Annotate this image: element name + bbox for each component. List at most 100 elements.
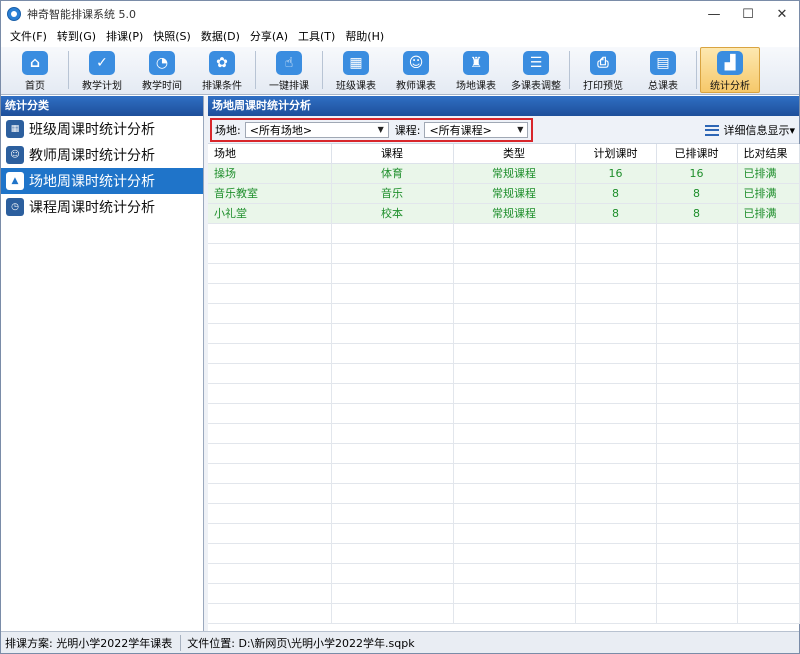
course-calendar-icon: ◷: [6, 198, 24, 216]
course-dropdown-value: <所有课程>: [429, 123, 492, 137]
empty-cell: [453, 383, 576, 404]
venue-dropdown[interactable]: <所有场地> ▼: [244, 121, 389, 138]
empty-cell: [575, 383, 657, 404]
toolbar-separator: [68, 51, 69, 89]
table-row[interactable]: 操场 体育 常规课程 16 16 已排满: [208, 163, 800, 184]
menu-data[interactable]: 数据(D): [196, 27, 245, 47]
empty-cell: [575, 283, 657, 304]
toolbar-teaching-plan-button[interactable]: ✓ 教学计划: [72, 47, 132, 93]
empty-cell: [737, 603, 800, 624]
empty-cell: [737, 243, 800, 264]
toolbar-auto-schedule-button[interactable]: ☝ 一键排课: [259, 47, 319, 93]
nav-item-venue-stats[interactable]: ▲ 场地周课时统计分析: [1, 168, 203, 194]
empty-cell: [737, 263, 800, 284]
graduation-cap-icon: ▲: [6, 172, 24, 190]
list-icon: [705, 124, 720, 136]
empty-cell: [331, 403, 454, 424]
column-header-result[interactable]: 比对结果: [737, 144, 800, 164]
column-header-venue[interactable]: 场地: [208, 144, 332, 164]
empty-cell: [575, 303, 657, 324]
toolbar-conditions-button[interactable]: ✿ 排课条件: [192, 47, 252, 93]
column-header-type[interactable]: 类型: [453, 144, 576, 164]
empty-cell: [575, 603, 657, 624]
empty-cell: [331, 263, 454, 284]
column-header-planned-hours[interactable]: 计划课时: [575, 144, 657, 164]
empty-cell: [737, 363, 800, 384]
status-file-value: D:\新网页\光明小学2022学年.sqpk: [238, 636, 415, 650]
toolbar-statistics-button[interactable]: ▟ 统计分析: [700, 47, 760, 93]
toolbar-teaching-time-button[interactable]: ◔ 教学时间: [132, 47, 192, 93]
empty-cell: [575, 363, 657, 384]
app-logo-icon: [7, 7, 21, 21]
master-schedule-icon: ▤: [650, 51, 676, 75]
empty-cell: [453, 443, 576, 464]
status-file-label: 文件位置:: [187, 636, 235, 650]
cell-planned-hours: 8: [575, 203, 657, 224]
detail-display-button[interactable]: 详细信息显示▾: [705, 122, 795, 138]
empty-cell: [656, 223, 738, 244]
empty-cell: [331, 243, 454, 264]
empty-cell: [331, 343, 454, 364]
menu-schedule[interactable]: 排课(P): [101, 27, 148, 47]
empty-cell: [331, 363, 454, 384]
empty-cell: [208, 403, 332, 424]
empty-cell: [656, 603, 738, 624]
table-row[interactable]: 音乐教室 音乐 常规课程 8 8 已排满: [208, 183, 800, 204]
empty-table-row: [208, 543, 800, 564]
toolbar-master-schedule-button[interactable]: ▤ 总课表: [633, 47, 693, 93]
empty-cell: [575, 323, 657, 344]
empty-cell: [656, 503, 738, 524]
empty-cell: [453, 403, 576, 424]
nav-item-teacher-stats[interactable]: ☺ 教师周课时统计分析: [1, 142, 203, 168]
empty-table-row: [208, 223, 800, 244]
toolbar-class-schedule-button[interactable]: ▦ 班级课表: [326, 47, 386, 93]
chevron-down-icon: ▼: [377, 125, 384, 134]
column-header-scheduled-hours[interactable]: 已排课时: [656, 144, 738, 164]
toolbar-multi-adjust-button[interactable]: ☰ 多课表调整: [506, 47, 566, 93]
menu-file[interactable]: 文件(F): [5, 27, 52, 47]
column-header-course[interactable]: 课程: [331, 144, 454, 164]
empty-cell: [453, 323, 576, 344]
menu-help[interactable]: 帮助(H): [340, 27, 389, 47]
toolbar-venue-schedule-button[interactable]: ♜ 场地课表: [446, 47, 506, 93]
empty-cell: [656, 383, 738, 404]
menu-tools[interactable]: 工具(T): [293, 27, 340, 47]
toolbar-home-button[interactable]: ⌂ 首页: [5, 47, 65, 93]
course-dropdown[interactable]: <所有课程> ▼: [424, 121, 529, 138]
cell-course: 音乐: [331, 183, 454, 204]
menu-share[interactable]: 分享(A): [245, 27, 293, 47]
toolbar-teacher-schedule-button[interactable]: ☺ 教师课表: [386, 47, 446, 93]
empty-cell: [208, 363, 332, 384]
empty-table-row: [208, 263, 800, 284]
empty-cell: [656, 543, 738, 564]
empty-cell: [737, 583, 800, 604]
nav-item-label: 课程周课时统计分析: [29, 200, 155, 216]
toolbar-label: 统计分析: [710, 81, 750, 92]
empty-cell: [453, 563, 576, 584]
empty-cell: [575, 243, 657, 264]
teacher-icon: ☺: [6, 146, 24, 164]
nav-item-class-stats[interactable]: ▦ 班级周课时统计分析: [1, 116, 203, 142]
maximize-button[interactable]: ☐: [731, 1, 765, 27]
close-button[interactable]: ✕: [765, 1, 799, 27]
toolbar-print-preview-button[interactable]: ⎙ 打印预览: [573, 47, 633, 93]
empty-table-row: [208, 503, 800, 524]
table-row[interactable]: 小礼堂 校本 常规课程 8 8 已排满: [208, 203, 800, 224]
toolbar-label: 教师课表: [396, 81, 436, 92]
empty-cell: [575, 443, 657, 464]
empty-cell: [656, 403, 738, 424]
cell-planned-hours: 16: [575, 163, 657, 184]
empty-cell: [737, 543, 800, 564]
minimize-button[interactable]: —: [697, 1, 731, 27]
nav-item-course-stats[interactable]: ◷ 课程周课时统计分析: [1, 194, 203, 220]
menu-snapshot[interactable]: 快照(S): [148, 27, 196, 47]
empty-cell: [208, 443, 332, 464]
empty-cell: [331, 383, 454, 404]
empty-table-row: [208, 363, 800, 384]
empty-cell: [331, 563, 454, 584]
venue-filter-label: 场地:: [215, 123, 241, 137]
toolbar-label: 场地课表: [456, 81, 496, 92]
menu-goto[interactable]: 转到(G): [52, 27, 101, 47]
conditions-icon: ✿: [209, 51, 235, 75]
empty-table-row: [208, 243, 800, 264]
